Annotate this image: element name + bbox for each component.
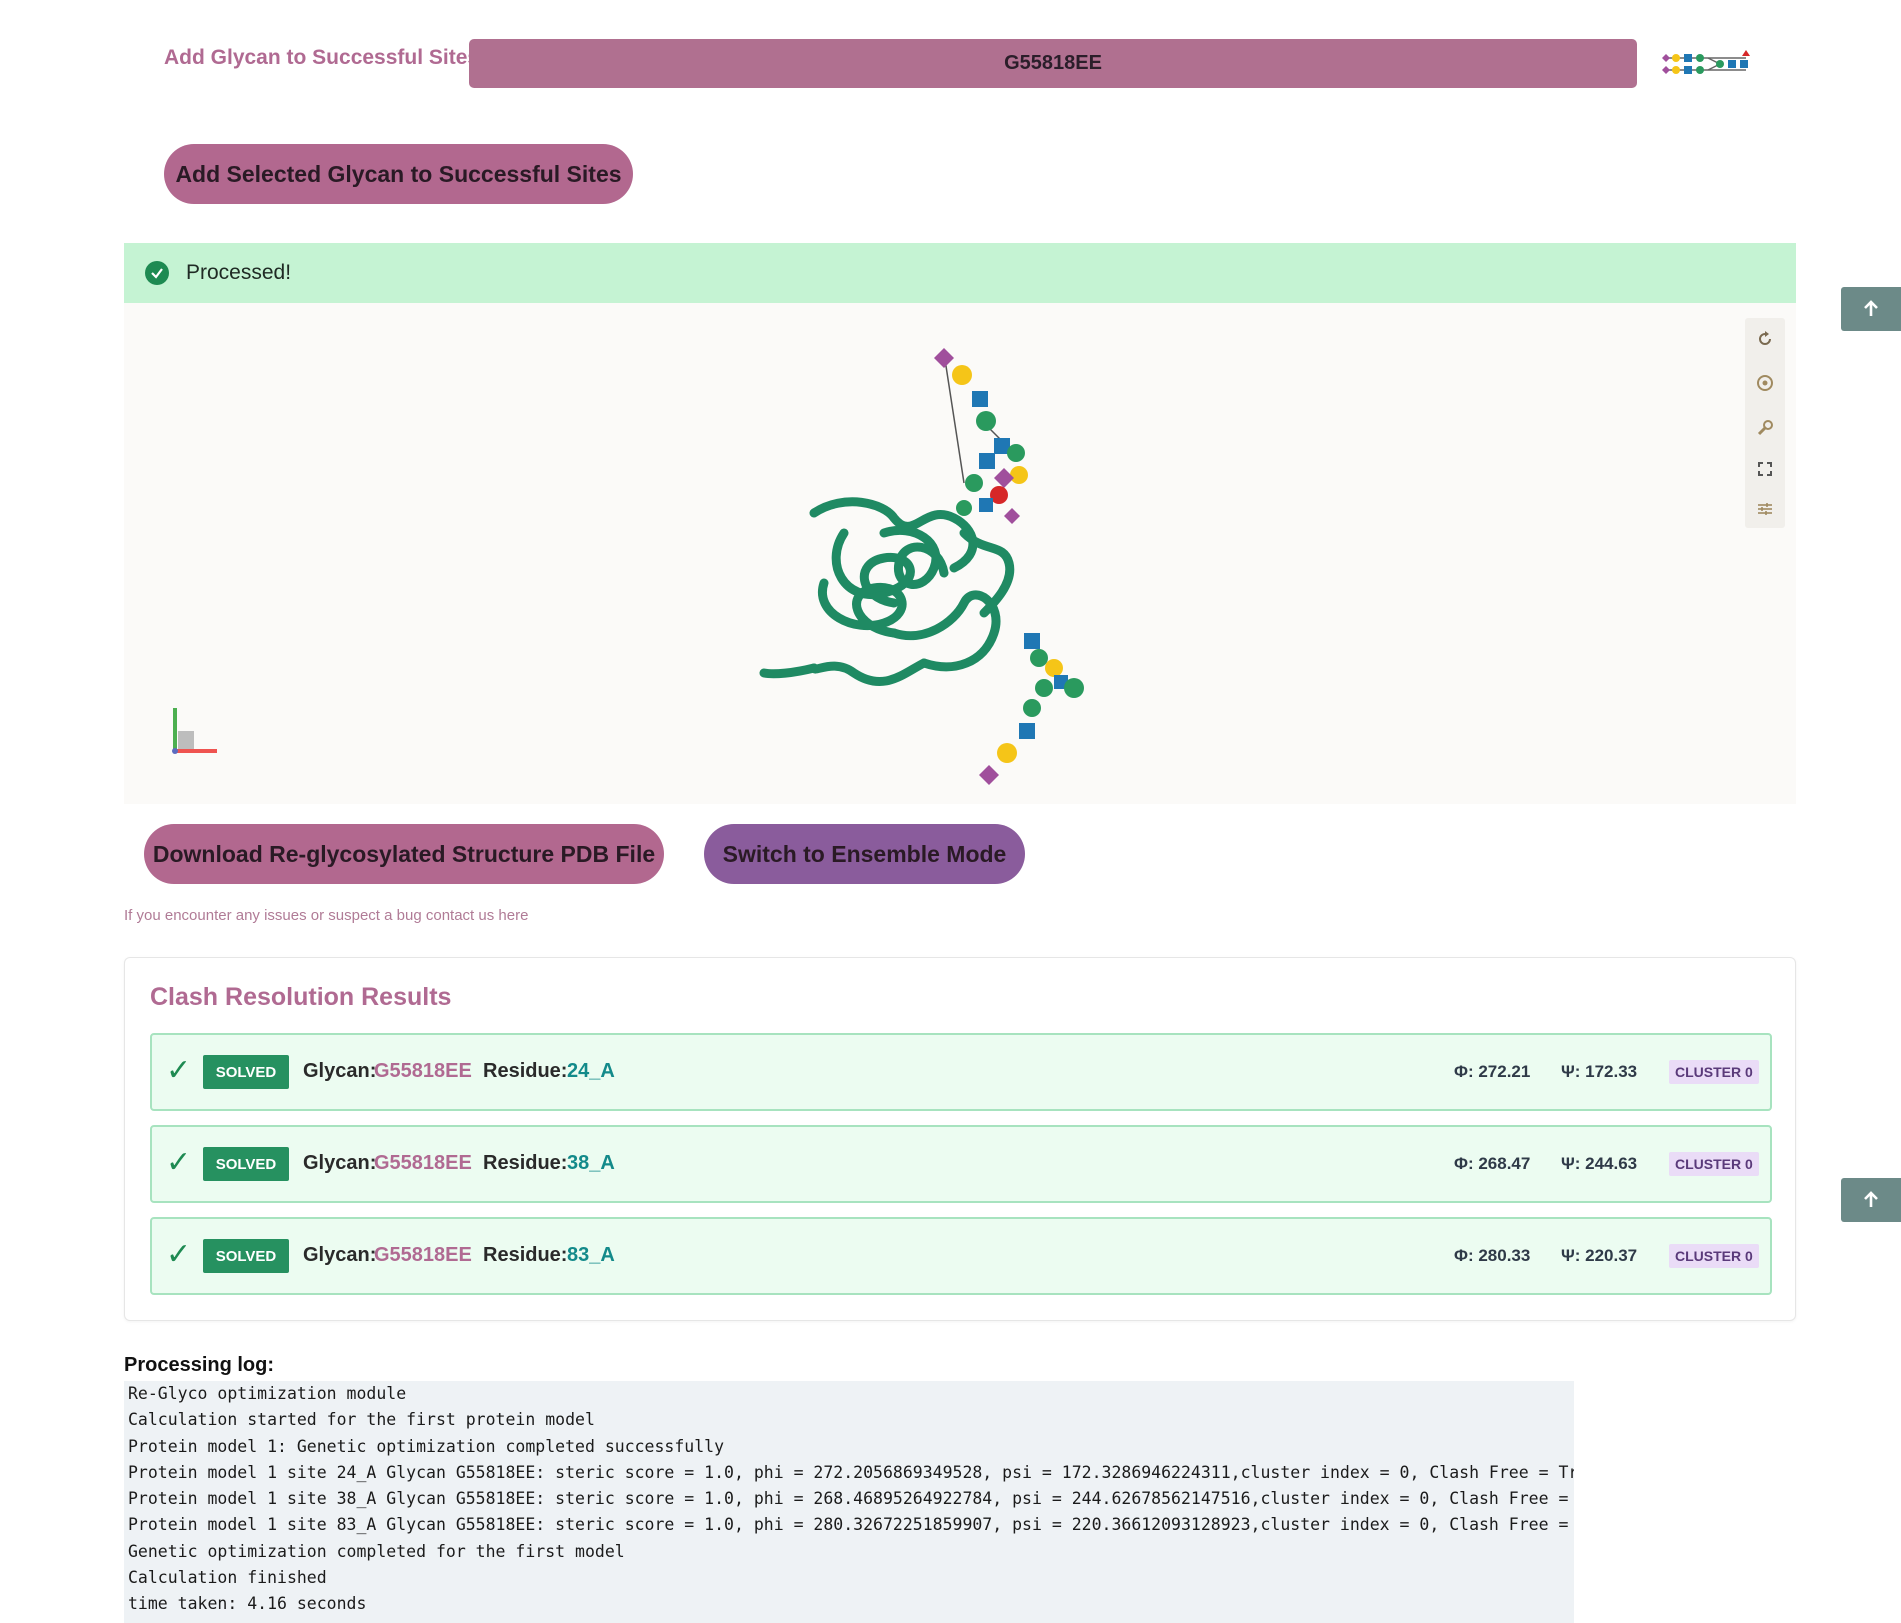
- arrow-up-icon: [1864, 300, 1878, 316]
- log-line: Protein model 1: Genetic optimization co…: [128, 1436, 725, 1456]
- glycan-select-dropdown[interactable]: G55818EE: [469, 39, 1637, 88]
- status-badge: SOLVED: [203, 1239, 289, 1273]
- download-pdb-button[interactable]: Download Re-glycosylated Structure PDB F…: [144, 824, 664, 884]
- residue-label: Residue:: [483, 1060, 568, 1082]
- arrow-up-icon: [1864, 1191, 1878, 1207]
- glycan-structure-thumbnail: [1658, 48, 1756, 82]
- residue-id: 83_A: [567, 1244, 615, 1266]
- wrench-icon[interactable]: [1745, 411, 1785, 445]
- status-badge: SOLVED: [203, 1055, 289, 1089]
- glycan-id: G55818EE: [374, 1060, 472, 1082]
- glycan-label: Glycan:: [303, 1244, 377, 1266]
- fullscreen-icon[interactable]: [1745, 452, 1785, 486]
- add-selected-glycan-button[interactable]: Add Selected Glycan to Successful Sites: [164, 144, 633, 204]
- residue-label: Residue:: [483, 1152, 568, 1174]
- glycan-id: G55818EE: [374, 1244, 472, 1266]
- cluster-badge: CLUSTER 0: [1669, 1244, 1759, 1268]
- status-badge: SOLVED: [203, 1147, 289, 1181]
- checkmark-icon: ✓: [166, 1054, 192, 1087]
- psi-value: Ψ: 244.63: [1561, 1154, 1638, 1173]
- residue-label: Residue:: [483, 1244, 568, 1266]
- switch-ensemble-mode-button[interactable]: Switch to Ensemble Mode: [704, 824, 1025, 884]
- spin-icon[interactable]: [1745, 366, 1785, 400]
- psi-value: Ψ: 172.33: [1561, 1062, 1638, 1081]
- glycan-label: Glycan:: [303, 1152, 377, 1174]
- protein-structure-render: [172, 348, 1084, 785]
- phi-value: Φ: 272.21: [1454, 1062, 1531, 1081]
- checkmark-icon: ✓: [166, 1238, 192, 1271]
- scroll-to-top-button-lower[interactable]: [1841, 1178, 1901, 1222]
- contact-link[interactable]: If you encounter any issues or suspect a…: [124, 907, 528, 924]
- log-line: Calculation finished: [128, 1568, 327, 1588]
- processing-log: Re-Glyco optimization module Calculation…: [124, 1381, 1574, 1623]
- phi-value: Φ: 268.47: [1454, 1154, 1531, 1173]
- psi-value: Ψ: 220.37: [1561, 1246, 1638, 1265]
- cluster-badge: CLUSTER 0: [1669, 1060, 1759, 1084]
- log-line: Re-Glyco optimization module: [128, 1384, 407, 1403]
- result-row: ✓ SOLVED Glycan: G55818EE Residue: 24_A …: [150, 1033, 1772, 1111]
- processing-log-title: Processing log:: [124, 1354, 275, 1376]
- results-title: Clash Resolution Results: [150, 983, 452, 1011]
- status-message: Processed!: [186, 261, 292, 284]
- glycan-id: G55818EE: [374, 1152, 472, 1174]
- settings-sliders-icon[interactable]: [1745, 492, 1785, 526]
- glycan-label: Glycan:: [303, 1060, 377, 1082]
- residue-id: 38_A: [567, 1152, 615, 1174]
- checkmark-icon: ✓: [166, 1146, 192, 1179]
- refresh-icon[interactable]: [1745, 322, 1785, 356]
- residue-id: 24_A: [567, 1060, 615, 1082]
- result-row: ✓ SOLVED Glycan: G55818EE Residue: 38_A …: [150, 1125, 1772, 1203]
- log-line: Protein model 1 site 38_A Glycan G55818E…: [128, 1489, 1574, 1509]
- cluster-badge: CLUSTER 0: [1669, 1152, 1759, 1176]
- log-line: Protein model 1 site 24_A Glycan G55818E…: [128, 1462, 1574, 1482]
- log-line: Genetic optimization completed for the f…: [128, 1541, 625, 1561]
- log-line: Protein model 1 site 83_A Glycan G55818E…: [128, 1515, 1574, 1535]
- phi-value: Φ: 280.33: [1454, 1246, 1531, 1265]
- log-line: Calculation started for the first protei…: [128, 1410, 595, 1430]
- status-banner: Processed!: [124, 243, 1796, 303]
- check-circle-icon: [145, 261, 169, 285]
- scroll-to-top-button[interactable]: [1841, 287, 1901, 331]
- log-line: time taken: 4.16 seconds: [128, 1594, 367, 1614]
- result-row: ✓ SOLVED Glycan: G55818EE Residue: 83_A …: [150, 1217, 1772, 1295]
- glycan-selector-label: Add Glycan to Successful Sites:: [164, 46, 487, 69]
- molecule-viewer[interactable]: [124, 303, 1796, 804]
- viewer-toolbar: [1745, 318, 1785, 528]
